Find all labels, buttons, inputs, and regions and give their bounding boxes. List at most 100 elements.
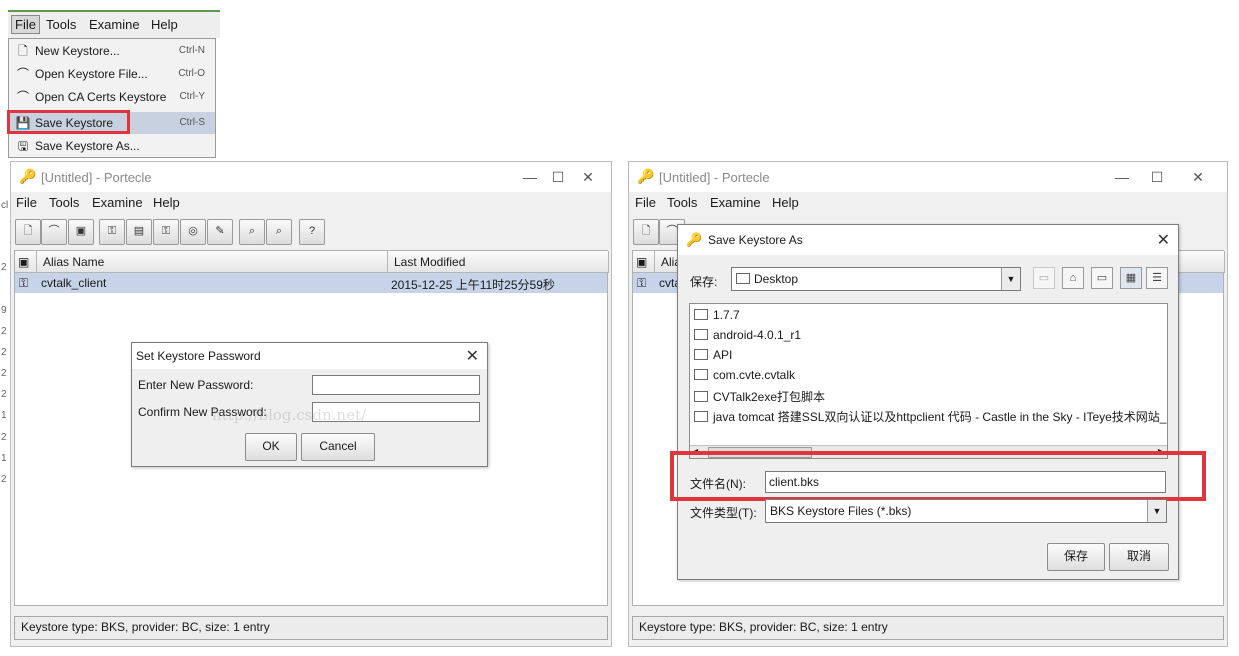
file-name: 1.7.7 [713,308,740,322]
left-edge-fragment: 2 [1,432,7,443]
menu-help[interactable]: Help [151,17,178,32]
maximize-icon[interactable]: ☐ [1142,166,1172,188]
portecle-logo-icon: 🔑 [637,168,655,184]
left-edge-fragment: 2 [1,368,7,379]
list-view-icon[interactable]: ▦ [1120,267,1142,289]
enter-password-input[interactable] [312,375,480,395]
file-list-item[interactable]: 1.7.7 [694,308,740,326]
type-column-icon[interactable]: ▣ [15,251,37,273]
examine-csr-icon[interactable]: ⌕ [266,219,292,245]
menu-examine[interactable]: Examine [92,195,143,210]
menu-item-open-ca-certs[interactable]: ⌒ Open CA Certs Keystore Ctrl-Y [9,86,215,108]
save-in-value: Desktop [754,272,799,286]
column-alias-name[interactable]: Alias Name [37,251,388,273]
menu-file[interactable]: File [16,195,37,210]
key-pair-entry-icon: ⚿ [637,276,647,290]
title-bar: 🔑 [Untitled] - Portecle — ☐ ✕ [11,162,611,192]
save-icon[interactable]: ▣ [68,219,94,245]
open-ca-certs-icon: ⌒ [16,90,29,104]
file-name: android-4.0.1_r1 [713,328,802,342]
file-menu-menubar: File Tools Examine Help [8,10,220,38]
folder-icon [694,309,708,320]
status-bar: Keystore type: BKS, provider: BC, size: … [632,616,1224,640]
highlight-filename [670,451,1206,501]
close-icon[interactable]: ✕ [573,166,603,188]
file-list-item[interactable]: API [694,348,732,366]
ok-button[interactable]: OK [245,433,297,461]
file-name: CVTalk2exe打包脚本 [713,390,826,404]
menu-tools[interactable]: Tools [667,195,697,210]
new-keystore-icon[interactable]: 🗋 [15,219,41,245]
file-list-item[interactable]: java tomcat 搭建SSL双向认证以及httpclient 代码 - C… [694,408,1166,426]
table-row[interactable]: ⚿ cvtalk_client 2015-12-25 上午11时25分59秒 [15,273,607,293]
minimize-icon[interactable]: — [515,166,545,188]
folder-icon [694,369,708,380]
toolbar: 🗋 ⌒ ▣ ⚿ ▤ ⚿ ◎ ✎ ⌕ ⌕ ? [11,216,611,246]
save-in-label: 保存: [690,275,718,289]
import-key-pair-icon[interactable]: ⚿ [153,219,179,245]
left-edge-fragment: 2 [1,326,7,337]
import-cert-icon[interactable]: ▤ [126,219,152,245]
new-folder-icon[interactable]: ▭ [1091,267,1113,289]
left-edge-fragment: 1 [1,453,7,464]
folder-icon [694,391,708,402]
menu-tools[interactable]: Tools [49,195,79,210]
row-last-modified: 2015-12-25 上午11时25分59秒 [391,278,555,292]
save-in-combo[interactable]: Desktop ▼ [731,267,1021,291]
new-keystore-icon[interactable]: 🗋 [633,219,659,245]
minimize-icon[interactable]: — [1107,166,1137,188]
close-icon[interactable]: ✕ [1157,230,1170,250]
menu-examine[interactable]: Examine [89,17,140,32]
file-name: API [713,348,733,362]
filetype-value: BKS Keystore Files (*.bks) [770,504,912,518]
cancel-button[interactable]: Cancel [301,433,375,461]
details-view-icon[interactable]: ☰ [1146,267,1168,289]
menu-item-shortcut: Ctrl-O [178,68,205,79]
left-edge-fragment: 2 [1,347,7,358]
examine-cert-icon[interactable]: ⌕ [239,219,265,245]
folder-icon [694,349,708,360]
chevron-down-icon[interactable]: ▼ [1147,500,1166,522]
save-button[interactable]: 保存 [1047,543,1105,571]
open-keystore-icon[interactable]: ⌒ [41,219,67,245]
up-folder-icon[interactable]: ▭ [1033,267,1055,289]
file-list-item[interactable]: android-4.0.1_r1 [694,328,801,346]
set-password-icon[interactable]: ◎ [180,219,206,245]
column-last-modified[interactable]: Last Modified [388,251,609,273]
type-column-icon[interactable]: ▣ [633,251,655,273]
menu-file[interactable]: File [11,15,40,34]
menu-item-save-keystore-as[interactable]: 🖫 Save Keystore As... [9,135,215,157]
menu-item-label: Save Keystore As... [35,139,140,153]
home-icon[interactable]: ⌂ [1062,267,1084,289]
left-edge-fragment: 9 [1,305,7,316]
menu-help[interactable]: Help [153,195,180,210]
help-icon[interactable]: ? [299,219,325,245]
menu-tools[interactable]: Tools [46,17,76,32]
menu-item-open-keystore[interactable]: ⌒ Open Keystore File... Ctrl-O [9,63,215,85]
dialog-title-bar: Set Keystore Password ✕ [132,343,487,369]
left-edge-fragment: 2 [1,389,7,400]
menu-item-shortcut: Ctrl-S [179,117,205,128]
folder-icon [694,329,708,340]
file-list-item[interactable]: com.cvte.cvtalk [694,368,795,386]
maximize-icon[interactable]: ☐ [543,166,573,188]
close-icon[interactable]: ✕ [466,346,479,366]
enter-password-label: Enter New Password: [138,378,254,392]
file-name: java tomcat 搭建SSL双向认证以及httpclient 代码 - C… [713,410,1167,424]
menu-item-label: Open Keystore File... [35,67,148,81]
key-pair-entry-icon: ⚿ [19,276,29,290]
close-icon[interactable]: ✕ [1183,166,1213,188]
menu-help[interactable]: Help [772,195,799,210]
menu-file[interactable]: File [635,195,656,210]
file-list: 1.7.7 android-4.0.1_r1 API com.cvte.cvtalk C… [689,303,1168,459]
chevron-down-icon[interactable]: ▼ [1001,268,1020,290]
menu-item-new-keystore[interactable]: 🗋 New Keystore... Ctrl-N [9,40,215,62]
filetype-combo[interactable]: BKS Keystore Files (*.bks) ▼ [765,499,1167,523]
cancel-button[interactable]: 取消 [1109,543,1169,571]
row-alias: cvtalk_client [41,276,107,290]
menu-examine[interactable]: Examine [710,195,761,210]
generate-key-pair-icon[interactable]: ⚿ [99,219,125,245]
menubar: File Tools Examine Help [11,192,611,214]
file-list-item[interactable]: CVTalk2exe打包脚本 [694,388,825,406]
keystore-report-icon[interactable]: ✎ [207,219,233,245]
